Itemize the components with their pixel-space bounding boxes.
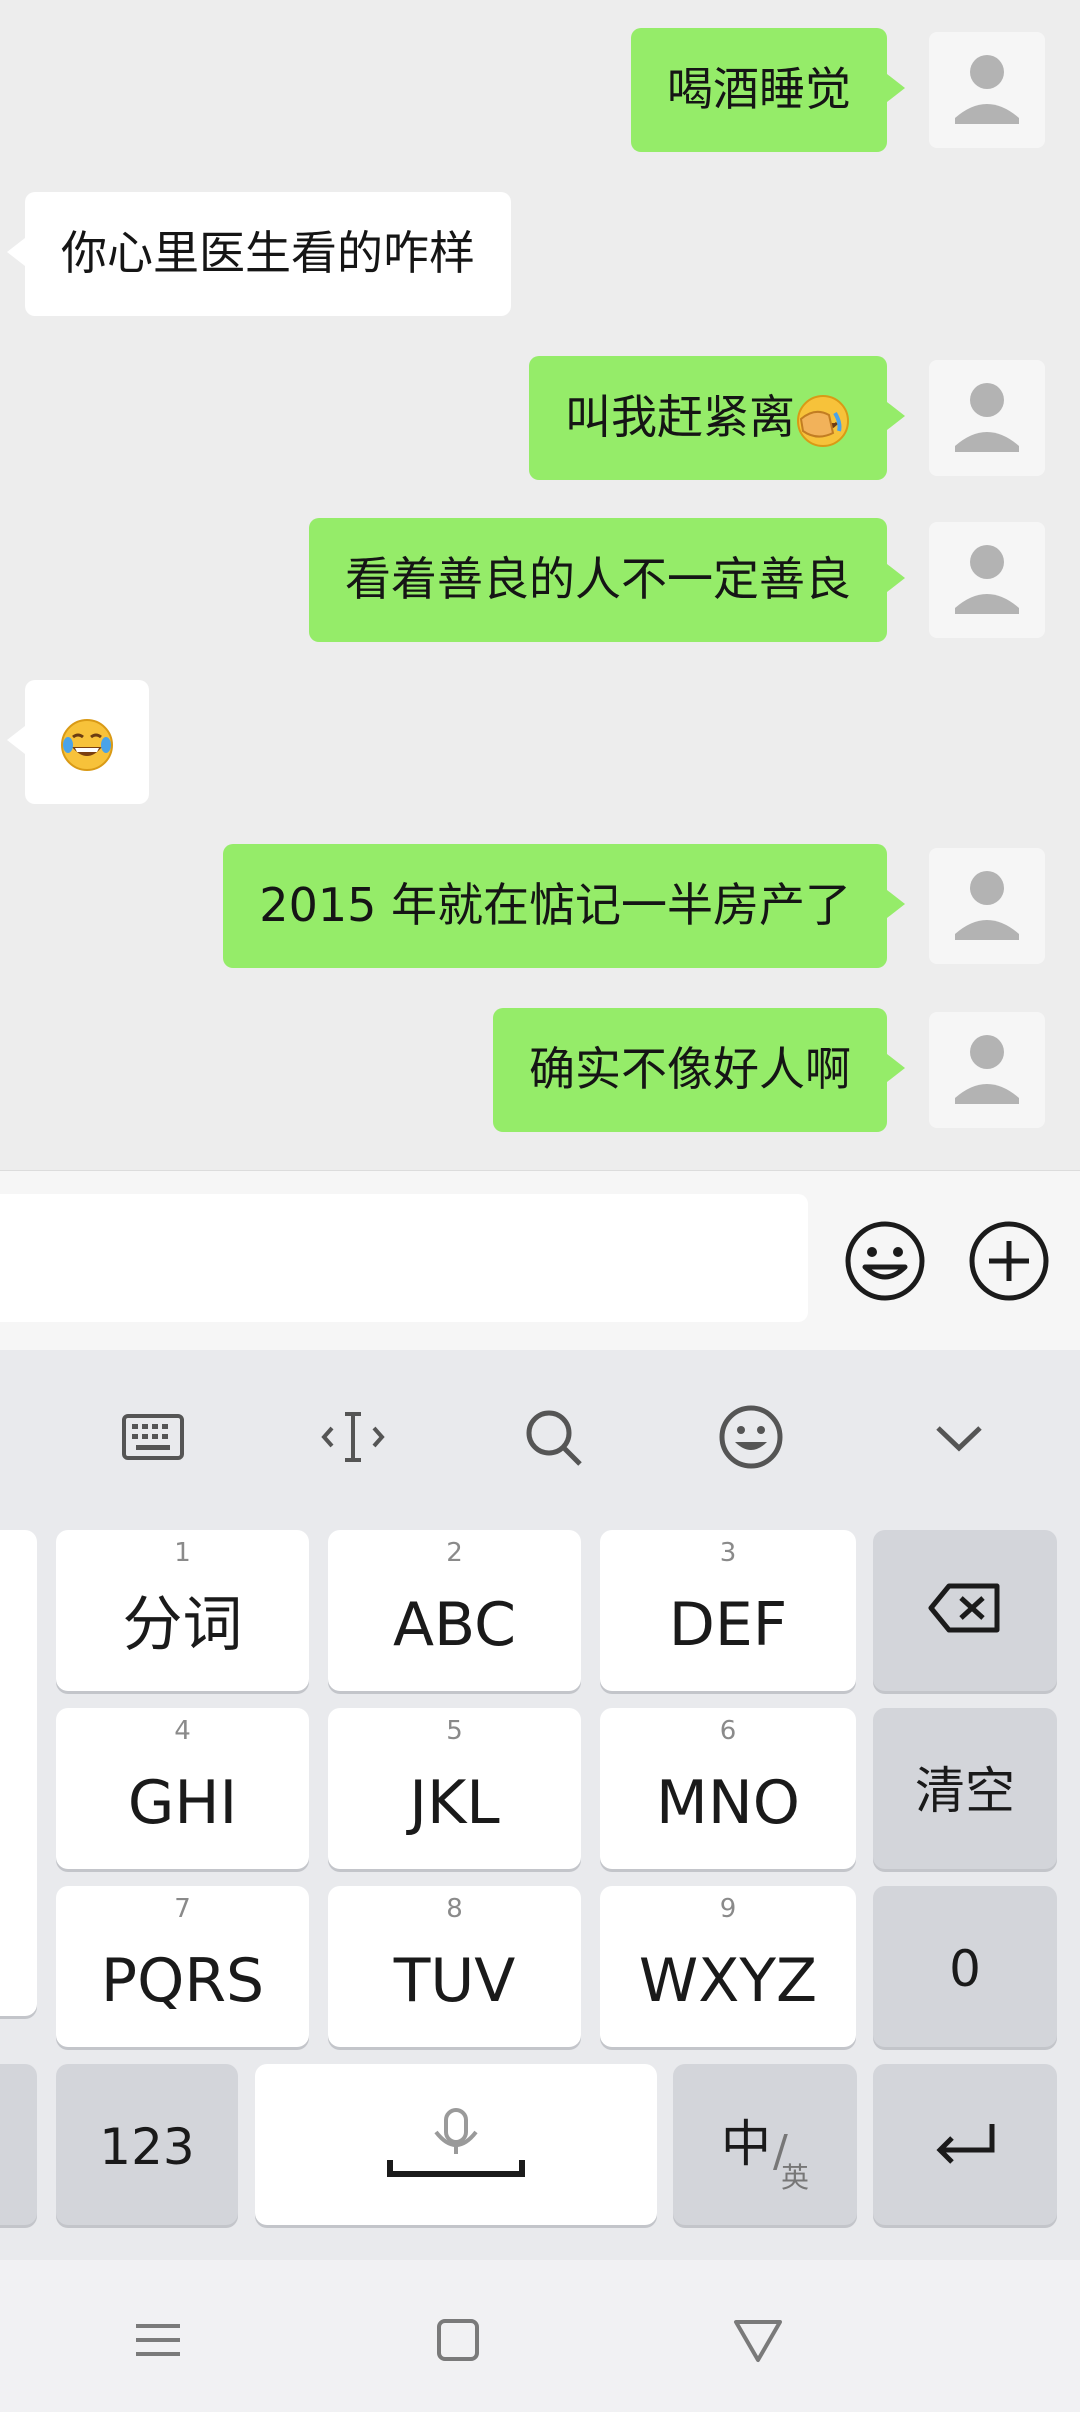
key-label: PQRS: [100, 1946, 265, 2016]
key-number: 3: [719, 1538, 737, 1568]
emoji-icon[interactable]: [716, 1402, 786, 1472]
avatar[interactable]: [929, 32, 1045, 148]
key-label: 分词: [122, 1590, 243, 1660]
key-8[interactable]: 8 TUV: [328, 1886, 581, 2047]
back-icon[interactable]: [728, 2310, 788, 2370]
key-number: 8: [446, 1894, 463, 1924]
message-bubble-incoming[interactable]: [7, 680, 149, 804]
message-text: 喝酒睡觉: [667, 62, 851, 116]
key-number: 4: [174, 1716, 191, 1746]
num-123-key[interactable]: 123: [56, 2064, 238, 2225]
key-label: GHI: [127, 1768, 238, 1838]
menu-icon[interactable]: [128, 2310, 188, 2370]
key-4[interactable]: 4 GHI: [56, 1708, 309, 1869]
clear-key[interactable]: 清空: [873, 1708, 1057, 1869]
key-label: DEF: [668, 1590, 788, 1660]
home-icon[interactable]: [428, 2310, 488, 2370]
key-5[interactable]: 5 JKL: [328, 1708, 581, 1869]
backspace-icon: [928, 1583, 1000, 1633]
enter-key[interactable]: [873, 2064, 1057, 2225]
message-text: 确实不像好人啊: [529, 1042, 851, 1096]
key-2[interactable]: 2 ABC: [328, 1530, 581, 1691]
key-label: WXYZ: [638, 1946, 818, 2016]
tears-of-joy-emoji: [61, 718, 113, 771]
avatar[interactable]: [929, 360, 1045, 476]
message-bubble-outgoing[interactable]: 叫我赶紧离: [529, 356, 905, 480]
message-bubble-outgoing[interactable]: 喝酒睡觉: [631, 28, 905, 152]
message-bubble-incoming[interactable]: 你心里医生看的咋样: [7, 192, 511, 316]
key-number: 2: [446, 1538, 463, 1568]
system-navigation-bar: [0, 2260, 1080, 2412]
key-number: 6: [719, 1716, 737, 1746]
left-candidate-panel[interactable]: [0, 1530, 37, 2016]
message-input[interactable]: [0, 1194, 808, 1322]
avatar[interactable]: [929, 1012, 1045, 1128]
key-label-main: 中: [721, 2115, 771, 2173]
add-plus-icon[interactable]: [967, 1219, 1051, 1303]
key-number: 9: [719, 1894, 737, 1924]
backspace-key[interactable]: [873, 1530, 1057, 1691]
left-bottom-key[interactable]: [0, 2064, 37, 2225]
keyboard-icon[interactable]: [118, 1402, 188, 1472]
key-label: 123: [99, 2118, 195, 2176]
language-switch-key[interactable]: 中 / 英: [673, 2064, 857, 2225]
key-1[interactable]: 1 分词: [56, 1530, 309, 1691]
key-label: ABC: [392, 1590, 517, 1660]
space-key[interactable]: [255, 2064, 657, 2225]
avatar[interactable]: [929, 522, 1045, 638]
facepalm-emoji: [797, 394, 849, 447]
keyboard: 1 分词 2 ABC 3 DEF 4 GHI 5 JKL 6 MNO 7 PQRS 8 TUV …: [0, 1350, 1080, 2412]
chevron-down-icon[interactable]: [924, 1402, 994, 1472]
zero-key[interactable]: 0: [873, 1886, 1057, 2047]
key-7[interactable]: 7 PQRS: [56, 1886, 309, 2047]
chat-area[interactable]: 喝酒睡觉 你心里医生看的咋样 叫我赶紧离 看着善良的人不一定善良 2015 年就…: [0, 0, 1080, 1170]
key-3[interactable]: 3 DEF: [600, 1530, 856, 1691]
key-6[interactable]: 6 MNO: [600, 1708, 856, 1869]
key-label: MNO: [656, 1768, 800, 1838]
message-input-bar: [0, 1170, 1080, 1351]
message-text: 你心里医生看的咋样: [61, 226, 475, 280]
key-label: TUV: [393, 1946, 516, 2016]
cursor-icon[interactable]: [318, 1402, 388, 1472]
mic-icon: [387, 2108, 525, 2177]
message-bubble-outgoing[interactable]: 看着善良的人不一定善良: [309, 518, 905, 642]
key-9[interactable]: 9 WXYZ: [600, 1886, 856, 2047]
key-number: 1: [174, 1538, 191, 1568]
key-label-sub: 英: [781, 2161, 810, 2194]
search-icon[interactable]: [518, 1402, 588, 1472]
key-label: 0: [949, 1940, 981, 1998]
message-bubble-outgoing[interactable]: 2015 年就在惦记一半房产了: [223, 844, 905, 968]
enter-icon: [936, 2124, 995, 2164]
key-label: 清空: [915, 1762, 1015, 1820]
key-number: 7: [174, 1894, 191, 1924]
message-text: 看着善良的人不一定善良: [345, 552, 851, 606]
key-label: JKL: [409, 1768, 500, 1838]
message-bubble-outgoing[interactable]: 确实不像好人啊: [493, 1008, 905, 1132]
message-text: 2015 年就在惦记一半房产了: [259, 878, 851, 932]
key-number: 5: [446, 1716, 463, 1746]
emoji-icon[interactable]: [843, 1219, 927, 1303]
avatar[interactable]: [929, 848, 1045, 964]
message-text: 叫我赶紧离: [565, 390, 795, 444]
